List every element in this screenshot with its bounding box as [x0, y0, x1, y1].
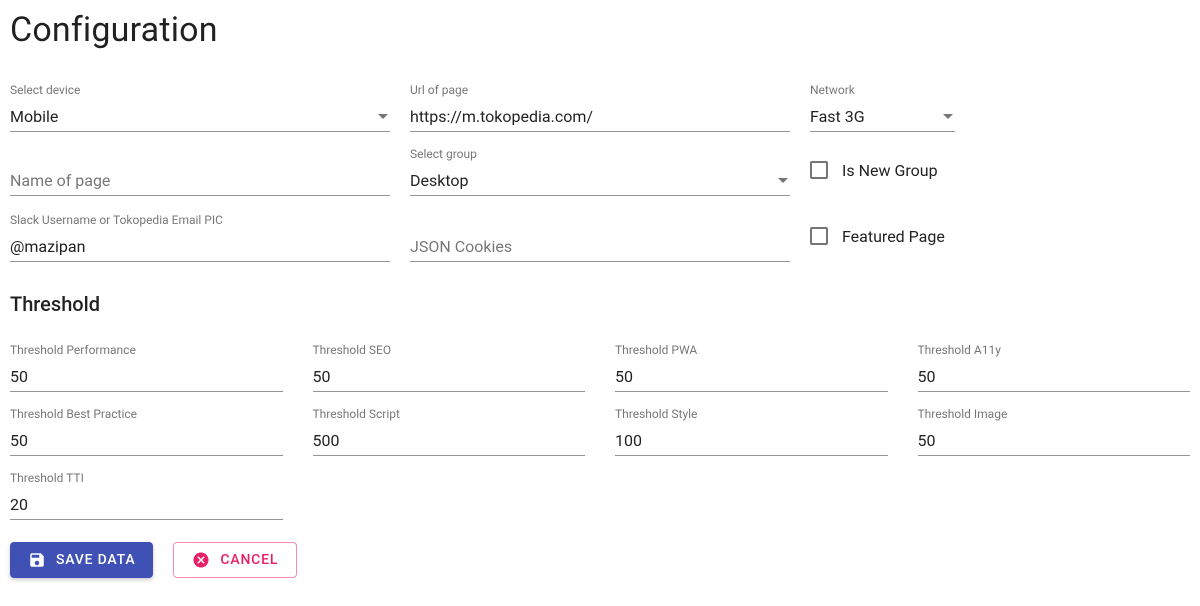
threshold-style-value: 100 — [615, 431, 888, 450]
threshold-pwa-input[interactable]: Threshold PWA 50 — [615, 338, 888, 392]
group-select[interactable]: Select group Desktop — [410, 142, 790, 198]
threshold-heading: Threshold — [10, 292, 1190, 316]
save-icon — [28, 551, 46, 569]
group-label: Select group — [410, 148, 790, 160]
url-label: Url of page — [410, 84, 790, 96]
slack-value: @mazipan — [10, 237, 390, 256]
cancel-button-label: Cancel — [220, 552, 278, 568]
threshold-best-practice-input[interactable]: Threshold Best Practice 50 — [10, 402, 283, 456]
threshold-seo-input[interactable]: Threshold SEO 50 — [313, 338, 586, 392]
cookies-placeholder: JSON Cookies — [410, 237, 790, 256]
new-group-label: Is New Group — [842, 161, 938, 180]
chevron-down-icon — [778, 178, 788, 183]
url-input[interactable]: Url of page https://m.tokopedia.com/ — [410, 78, 790, 132]
featured-label: Featured Page — [842, 227, 945, 246]
threshold-style-label: Threshold Style — [615, 408, 888, 420]
name-input[interactable]: . Name of page — [10, 142, 390, 198]
checkbox-icon — [810, 161, 828, 179]
slack-label: Slack Username or Tokopedia Email PIC — [10, 214, 390, 226]
group-value: Desktop — [410, 171, 772, 190]
threshold-seo-label: Threshold SEO — [313, 344, 586, 356]
chevron-down-icon — [943, 114, 953, 119]
device-value: Mobile — [10, 107, 372, 126]
threshold-pwa-value: 50 — [615, 367, 888, 386]
chevron-down-icon — [378, 114, 388, 119]
threshold-best-practice-label: Threshold Best Practice — [10, 408, 283, 420]
network-select[interactable]: Network Fast 3G — [810, 78, 955, 132]
network-label: Network — [810, 84, 955, 96]
threshold-tti-input[interactable]: Threshold TTI 20 — [10, 466, 283, 520]
new-group-checkbox[interactable]: Is New Group — [810, 142, 1190, 198]
threshold-script-input[interactable]: Threshold Script 500 — [313, 402, 586, 456]
threshold-best-practice-value: 50 — [10, 431, 283, 450]
threshold-image-label: Threshold Image — [918, 408, 1191, 420]
threshold-script-label: Threshold Script — [313, 408, 586, 420]
threshold-a11y-value: 50 — [918, 367, 1191, 386]
save-button-label: Save Data — [56, 552, 135, 568]
page-title: Configuration — [10, 10, 1190, 50]
url-value: https://m.tokopedia.com/ — [410, 107, 790, 126]
threshold-tti-value: 20 — [10, 495, 283, 514]
device-label: Select device — [10, 84, 390, 96]
save-button[interactable]: Save Data — [10, 542, 153, 578]
threshold-performance-value: 50 — [10, 367, 283, 386]
threshold-seo-value: 50 — [313, 367, 586, 386]
threshold-a11y-label: Threshold A11y — [918, 344, 1191, 356]
threshold-image-input[interactable]: Threshold Image 50 — [918, 402, 1191, 456]
threshold-a11y-input[interactable]: Threshold A11y 50 — [918, 338, 1191, 392]
threshold-image-value: 50 — [918, 431, 1191, 450]
device-select[interactable]: Select device Mobile — [10, 78, 390, 132]
checkbox-icon — [810, 227, 828, 245]
threshold-performance-input[interactable]: Threshold Performance 50 — [10, 338, 283, 392]
slack-input[interactable]: Slack Username or Tokopedia Email PIC @m… — [10, 208, 390, 264]
threshold-script-value: 500 — [313, 431, 586, 450]
cancel-icon — [192, 551, 210, 569]
network-value: Fast 3G — [810, 107, 937, 126]
cancel-button[interactable]: Cancel — [173, 542, 297, 578]
threshold-tti-label: Threshold TTI — [10, 472, 283, 484]
featured-checkbox[interactable]: Featured Page — [810, 208, 1190, 264]
threshold-performance-label: Threshold Performance — [10, 344, 283, 356]
threshold-pwa-label: Threshold PWA — [615, 344, 888, 356]
name-placeholder: Name of page — [10, 171, 390, 190]
threshold-style-input[interactable]: Threshold Style 100 — [615, 402, 888, 456]
cookies-input[interactable]: . JSON Cookies — [410, 208, 790, 264]
